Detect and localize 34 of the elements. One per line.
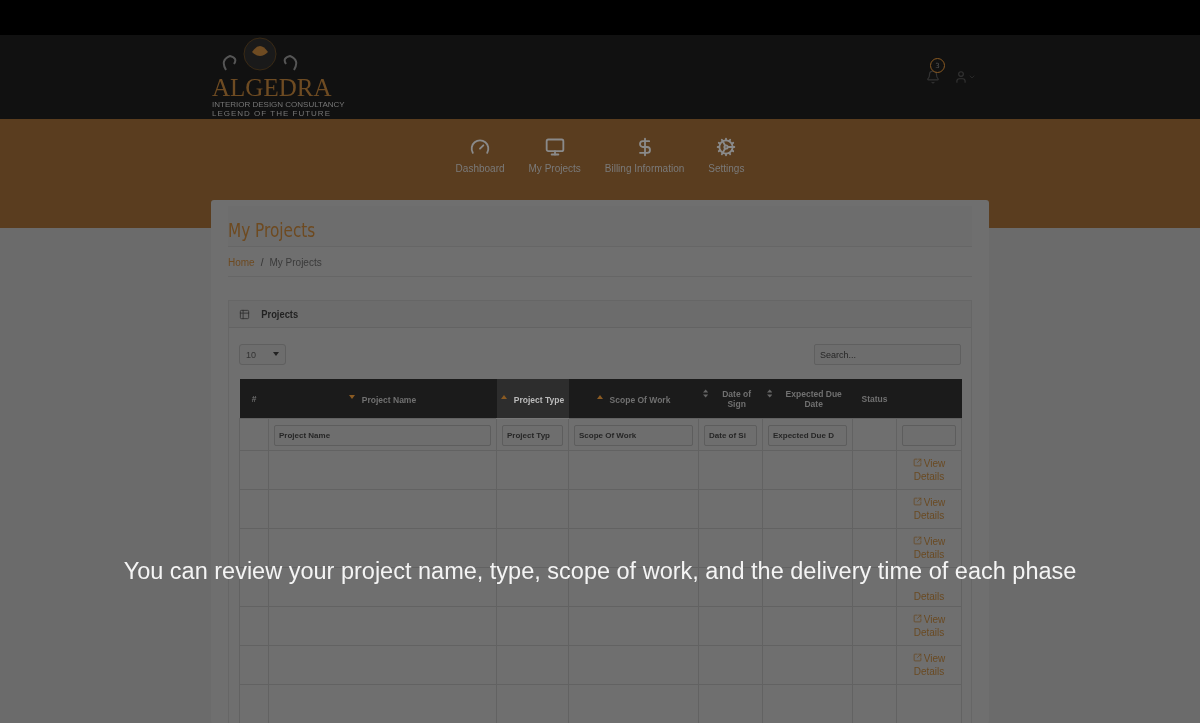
column-header[interactable]: Scope Of Work [568, 379, 699, 419]
column-header[interactable]: Date of Sign [698, 379, 763, 419]
nav-item[interactable]: My Projects [523, 137, 586, 174]
logo-name: ALGEDRA [212, 76, 332, 100]
table-icon [239, 308, 250, 320]
column-filter-field[interactable]: Scope Of Work [574, 424, 693, 446]
nav-item[interactable]: Settings [703, 137, 750, 174]
column-filter-field[interactable]: Project Typ [502, 424, 563, 446]
column-header[interactable]: Project Type [496, 379, 569, 419]
column-header[interactable]: Project Name [268, 379, 497, 419]
column-filter-field[interactable]: Project Name [274, 424, 491, 446]
caret-icon [273, 352, 279, 357]
column-header[interactable]: Status [852, 379, 897, 419]
user-menu-button[interactable] [954, 70, 976, 84]
column-header[interactable]: Expected Due Date [762, 379, 853, 419]
monitor-icon [544, 137, 565, 157]
settings-icon [716, 137, 737, 157]
breadcrumb-separator: / [260, 257, 264, 268]
panel-title: Projects [261, 308, 299, 320]
nav-item[interactable]: Billing Information [599, 137, 690, 174]
logo-tagline: INTERIOR DESIGN CONSULTANCY [212, 100, 345, 109]
column-header[interactable]: # [239, 379, 269, 419]
user-icon [954, 70, 968, 84]
breadcrumb-link[interactable]: Home [228, 257, 255, 268]
notification-icon[interactable] [926, 70, 940, 84]
column-filter-field[interactable]: Date of Si [704, 424, 757, 446]
gauge-icon [470, 137, 491, 157]
search-field[interactable]: Search... [814, 344, 961, 365]
video-caption: You can review your project name, type, scope of work, and the delivery time of each phase [123, 560, 1077, 584]
column-header[interactable] [896, 379, 962, 419]
column-filter-field[interactable]: Expected Due D [768, 424, 847, 446]
page-title: My Projects [228, 218, 316, 242]
logo-motto: LEGEND OF THE FUTURE [212, 109, 331, 118]
nav-item[interactable]: Dashboard [450, 137, 510, 174]
